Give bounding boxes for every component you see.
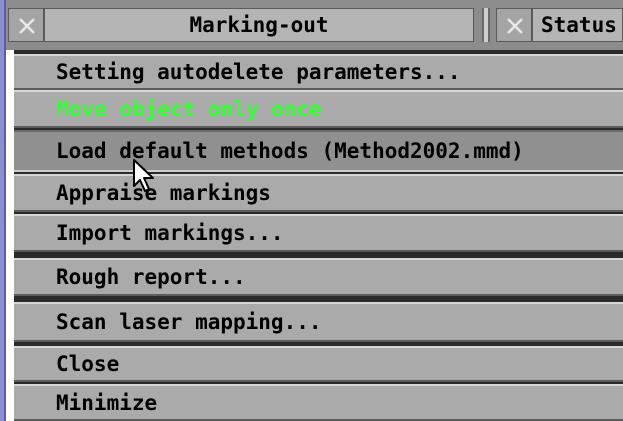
window-left-edge	[0, 0, 6, 421]
menu-item-load-default-methods[interactable]: Load default methods (Method2002.mmd)	[14, 130, 623, 172]
menu-item-minimize[interactable]: Minimize	[14, 384, 623, 421]
menu-item-appraise-markings[interactable]: Appraise markings	[14, 174, 623, 212]
menu-item-rough-report[interactable]: Rough report...	[14, 258, 623, 296]
menu-item-scan-laser-mapping[interactable]: Scan laser mapping...	[14, 302, 623, 342]
menu-item-import-markings[interactable]: Import markings...	[14, 214, 623, 252]
status-title[interactable]: Status	[532, 8, 623, 42]
title-separator	[482, 8, 490, 42]
menu-item-autodelete-parameters[interactable]: Setting autodelete parameters...	[14, 54, 623, 90]
menu-item-move-object-once[interactable]: Move object only once	[14, 90, 623, 128]
marking-out-close-button[interactable]	[8, 8, 44, 42]
close-icon	[19, 18, 35, 34]
title-bar: Marking-out Status	[6, 0, 623, 50]
menu-item-close[interactable]: Close	[14, 346, 623, 382]
close-icon	[507, 18, 523, 34]
marking-out-title[interactable]: Marking-out	[44, 8, 474, 42]
marking-out-menu: Setting autodelete parameters... Move ob…	[14, 50, 623, 421]
status-close-button[interactable]	[496, 8, 532, 42]
arrow-cursor-icon	[133, 159, 154, 192]
